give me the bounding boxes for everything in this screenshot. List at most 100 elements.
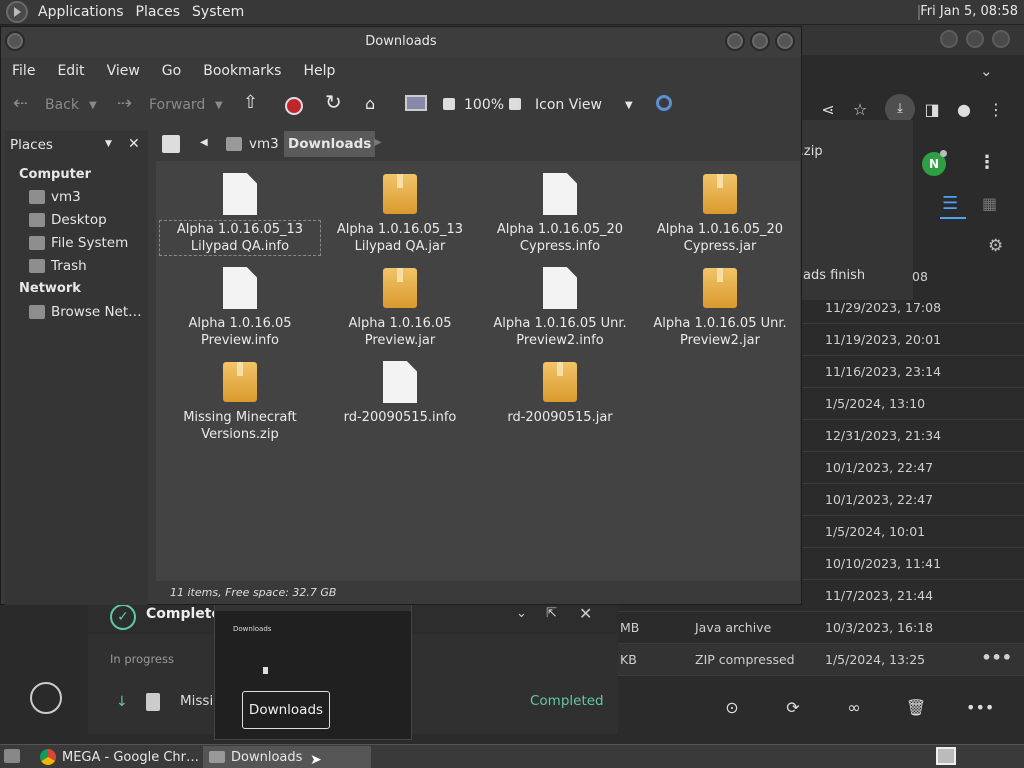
forward-button[interactable]: Forward: [149, 97, 205, 113]
search-icon[interactable]: [656, 95, 672, 111]
clock[interactable]: Fri Jan 5, 08:58: [920, 4, 1018, 19]
menu-view[interactable]: View: [96, 63, 151, 79]
row-more-icon[interactable]: •••: [981, 648, 1012, 667]
sidebar-item-desktop[interactable]: Desktop: [29, 212, 107, 228]
places-menu[interactable]: Places: [130, 4, 187, 20]
window-menu-icon[interactable]: [5, 31, 25, 51]
sidebar-item-filesystem[interactable]: File System: [29, 235, 128, 251]
forward-arrow-icon[interactable]: ⇢: [117, 93, 132, 114]
sidebar-close-icon[interactable]: ✕: [128, 136, 140, 152]
menu-help[interactable]: Help: [292, 63, 346, 79]
sidebar-item-vm3[interactable]: vm3: [29, 189, 81, 205]
mega-logo-icon[interactable]: [30, 682, 62, 714]
file-item[interactable]: Alpha 1.0.16.05_20 Cypress.jar: [640, 173, 800, 255]
side-panel-icon[interactable]: ◨: [922, 100, 942, 120]
download-circle-icon[interactable]: ⊙: [720, 696, 744, 720]
row-date: 1/5/2024, 13:25: [825, 652, 926, 667]
settings-gear-icon[interactable]: ⚙: [988, 236, 1003, 256]
file-item[interactable]: rd-20090515.info: [320, 361, 480, 426]
file-item[interactable]: Alpha 1.0.16.05_13 Lilypad QA.jar: [320, 173, 480, 255]
menu-edit[interactable]: Edit: [46, 63, 95, 79]
file-item[interactable]: rd-20090515.jar: [480, 361, 640, 426]
menu-bookmarks[interactable]: Bookmarks: [192, 63, 292, 79]
thumb-title: Downloads: [233, 625, 272, 633]
transfer-close-icon[interactable]: ✕: [579, 604, 592, 623]
home-icon[interactable]: ⌂: [365, 94, 375, 113]
file-item[interactable]: Alpha 1.0.16.05 Unr. Preview2.jar: [640, 267, 800, 349]
fm-close-icon[interactable]: [775, 31, 795, 51]
row-type: Java archive: [695, 620, 772, 635]
file-name-line2: Versions.zip: [201, 427, 279, 442]
fm-titlebar[interactable]: Downloads: [1, 27, 801, 57]
maximize-icon[interactable]: [966, 30, 984, 48]
menu-file[interactable]: File: [1, 63, 46, 79]
computer-icon[interactable]: [405, 95, 427, 111]
file-item[interactable]: Alpha 1.0.16.05 Preview.info: [160, 267, 320, 349]
show-desktop-icon[interactable]: [4, 749, 20, 763]
row-date: 11/29/2023, 17:08: [825, 300, 942, 315]
up-arrow-icon[interactable]: ⇧: [243, 92, 258, 113]
popout-icon[interactable]: ⇱: [546, 606, 557, 621]
profile-icon[interactable]: ●: [954, 100, 974, 120]
view-mode-dropdown-icon[interactable]: ▼: [625, 100, 633, 111]
file-item[interactable]: Alpha 1.0.16.05_20 Cypress.info: [480, 173, 640, 255]
more-icon[interactable]: •••: [966, 696, 994, 720]
zip-file-icon: [146, 693, 160, 711]
zoom-level[interactable]: 100%: [464, 97, 504, 113]
grid-view-icon[interactable]: ▦: [982, 194, 997, 213]
collapse-chevron-icon[interactable]: ⌄: [516, 606, 527, 621]
file-item[interactable]: Missing Minecraft Versions.zip: [160, 361, 320, 443]
task-chrome[interactable]: MEGA - Google Chr…: [34, 746, 200, 768]
task-downloads[interactable]: Downloads: [203, 746, 371, 768]
document-icon: [223, 173, 257, 215]
mega-menu-icon[interactable]: ⋮: [978, 152, 996, 173]
file-item[interactable]: Alpha 1.0.16.05_13 Lilypad QA.info: [159, 173, 321, 256]
menu-go[interactable]: Go: [151, 63, 192, 79]
sidebar-item-browse-network[interactable]: Browse Net…: [29, 304, 142, 320]
applications-menu[interactable]: Applications: [32, 4, 130, 20]
file-name-line1: Alpha 1.0.16.05: [348, 316, 452, 331]
home-folder-icon: [226, 137, 242, 151]
minimize-icon[interactable]: [940, 30, 958, 48]
chrome-menu-icon[interactable]: ⋮: [986, 100, 1006, 120]
status-bar: 11 items, Free space: 32.7 GB: [156, 582, 800, 604]
breadcrumb-downloads[interactable]: Downloads: [284, 131, 376, 157]
view-mode-select[interactable]: Icon View: [535, 97, 602, 113]
fm-minimize-icon[interactable]: [725, 31, 745, 51]
file-item[interactable]: Alpha 1.0.16.05 Unr. Preview2.info: [480, 267, 640, 349]
path-right-arrow-icon[interactable]: ▶: [374, 137, 382, 148]
fm-maximize-icon[interactable]: [750, 31, 770, 51]
breadcrumb-vm3[interactable]: vm3: [249, 136, 279, 152]
edit-path-icon[interactable]: [162, 135, 180, 153]
share-icon[interactable]: ⋖: [818, 100, 838, 120]
link-icon[interactable]: ∞: [842, 696, 866, 720]
path-left-arrow-icon[interactable]: ◀: [200, 137, 208, 148]
zoom-out-icon[interactable]: [443, 98, 455, 110]
back-dropdown-icon[interactable]: ▼: [89, 100, 97, 111]
stop-icon[interactable]: [285, 97, 303, 115]
file-item[interactable]: Alpha 1.0.16.05 Preview.jar: [320, 267, 480, 349]
distro-logo-icon[interactable]: [6, 1, 28, 23]
system-menu[interactable]: System: [186, 4, 250, 20]
forward-dropdown-icon[interactable]: ▼: [215, 100, 223, 111]
trash-icon[interactable]: 🗑: [904, 696, 928, 720]
places-dropdown-icon[interactable]: ▼: [105, 139, 112, 149]
close-icon[interactable]: [992, 30, 1010, 48]
back-arrow-icon[interactable]: ⇠: [13, 93, 28, 114]
tab-search-chevron-icon[interactable]: ⌄: [980, 62, 993, 80]
sidebar-section-computer: Computer: [19, 167, 92, 182]
file-name-line1: Alpha 1.0.16.05_13: [336, 222, 464, 237]
file-name-line1: Alpha 1.0.16.05_13: [176, 222, 304, 237]
in-progress-tab[interactable]: In progress: [110, 652, 174, 666]
places-selector[interactable]: Places ▼ ✕: [5, 133, 148, 157]
sidebar-item-trash[interactable]: Trash: [29, 258, 87, 274]
workspace-switcher-icon[interactable]: [936, 747, 956, 765]
reload-icon[interactable]: ↻: [325, 90, 342, 114]
list-view-icon[interactable]: ☰: [942, 193, 958, 214]
file-name-line2: Preview2.jar: [680, 333, 760, 348]
sync-icon[interactable]: ⟳: [781, 696, 805, 720]
file-name-line2: Lilypad QA.info: [190, 239, 290, 254]
zoom-in-icon[interactable]: [509, 98, 521, 110]
bookmark-star-icon[interactable]: ☆: [850, 100, 870, 120]
back-button[interactable]: Back: [45, 97, 79, 113]
